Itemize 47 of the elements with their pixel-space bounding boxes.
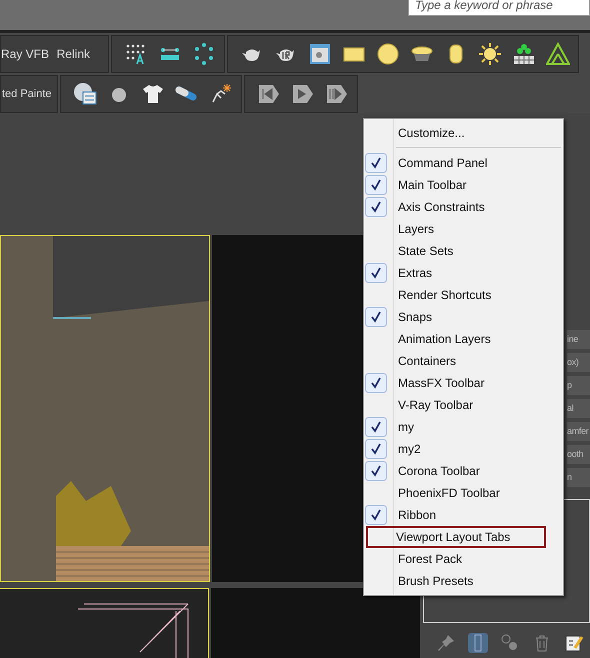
panel-button[interactable]: n [567, 468, 590, 487]
menu-item[interactable]: Extras [392, 262, 438, 284]
search-field[interactable]: Type a keyword or phrase [408, 0, 590, 16]
triangle-icon[interactable] [546, 42, 570, 66]
gear-rewind-icon[interactable] [257, 82, 281, 106]
dot-ring-icon[interactable] [192, 42, 216, 66]
pin-icon[interactable] [436, 633, 456, 653]
relink-button[interactable]: Relink [56, 47, 108, 61]
menu-item[interactable]: Command Panel [392, 152, 494, 174]
menu-item[interactable]: Ribbon [392, 504, 442, 526]
panel-button[interactable]: amfer [567, 422, 590, 441]
globe-list-icon[interactable] [73, 82, 97, 106]
clover-grid-icon[interactable] [512, 42, 536, 66]
customize-menu-item[interactable]: Customize... [392, 122, 471, 144]
menu-item[interactable]: Containers [392, 350, 462, 372]
sphere-light-icon[interactable] [376, 42, 400, 66]
menu-item[interactable]: Viewport Layout Tabs [366, 526, 546, 548]
panel-button[interactable]: ine [567, 330, 590, 349]
menu-item[interactable]: Corona Toolbar [392, 460, 486, 482]
sun-icon[interactable] [478, 42, 502, 66]
edit-sheet-icon[interactable] [564, 633, 584, 653]
menu-item[interactable]: MassFX Toolbar [392, 372, 490, 394]
menu-item[interactable]: V-Ray Toolbar [392, 394, 480, 416]
shirt-icon[interactable] [141, 82, 165, 106]
gear-play-icon[interactable] [291, 82, 315, 106]
menu-item[interactable]: Axis Constraints [392, 196, 491, 218]
toolbar-label[interactable]: ted Painte [2, 88, 52, 100]
menu-item[interactable]: Render Shortcuts [392, 284, 498, 306]
menu-item[interactable]: my2 [392, 438, 427, 460]
menu-item[interactable]: Animation Layers [392, 328, 497, 350]
menu-item[interactable]: Forest Pack [392, 548, 468, 570]
render-frame-icon[interactable] [308, 42, 332, 66]
menu-item[interactable]: PhoenixFD Toolbar [392, 482, 506, 504]
panel-button[interactable]: p [567, 376, 590, 395]
menu-item[interactable]: Main Toolbar [392, 174, 472, 196]
menu-item[interactable]: Brush Presets [392, 570, 480, 592]
column-icon[interactable] [468, 633, 488, 653]
panel-button[interactable]: ox) [567, 353, 590, 372]
hierarchy-icon[interactable] [500, 633, 520, 653]
panel-button[interactable]: ooth [567, 445, 590, 464]
menu-item[interactable]: Snaps [392, 306, 438, 328]
vfb-button[interactable]: Ray VFB [1, 47, 50, 61]
menu-item[interactable]: my [392, 416, 420, 438]
menu-item[interactable]: Layers [392, 218, 440, 240]
menu-item[interactable]: State Sets [392, 240, 460, 262]
gear-step-icon[interactable] [325, 82, 349, 106]
panel-button[interactable]: al [567, 399, 590, 418]
